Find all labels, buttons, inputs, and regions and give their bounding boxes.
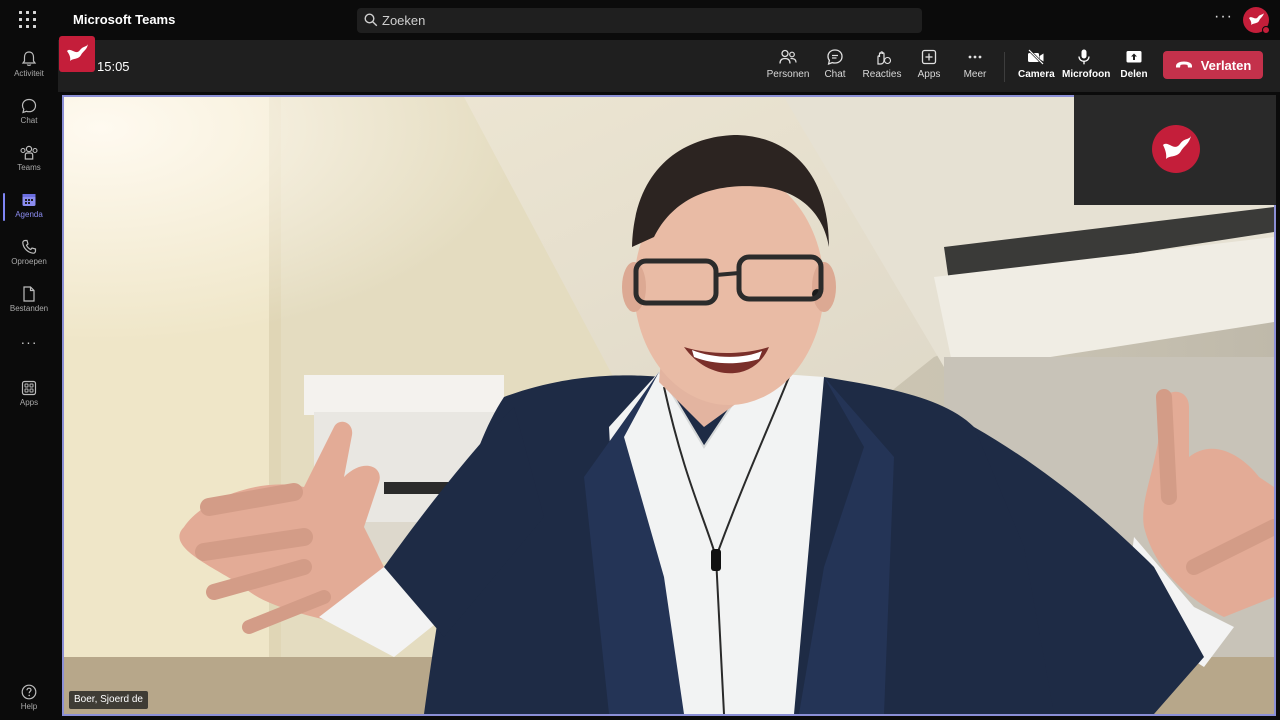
- file-icon: [23, 286, 35, 302]
- leave-label: Verlaten: [1200, 57, 1252, 73]
- teams-window: Microsoft Teams ··· Activiteit: [0, 0, 1280, 720]
- rail-item-calendar[interactable]: Agenda: [0, 185, 58, 229]
- presence-status-icon: [1262, 26, 1270, 34]
- self-avatar: [1152, 125, 1200, 173]
- rail-label: Oproepen: [11, 257, 47, 266]
- apps-button[interactable]: Apps: [913, 48, 945, 88]
- meeting-toolbar: 15:05 Personen Chat Reacties Apps Meer C…: [58, 36, 1280, 92]
- chat-icon: [827, 49, 843, 66]
- rail-label: Help: [20, 702, 38, 711]
- app-rail: Activiteit Chat Teams Agenda Oproepen Be…: [0, 40, 58, 720]
- self-view-tile[interactable]: [1074, 95, 1276, 205]
- share-button[interactable]: Delen: [1118, 48, 1150, 88]
- share-label: Delen: [1120, 69, 1148, 80]
- people-icon: [779, 49, 797, 64]
- phone-icon: [22, 239, 37, 254]
- rail-item-teams[interactable]: Teams: [0, 138, 58, 182]
- rail-label: Agenda: [15, 210, 43, 219]
- search-input[interactable]: [382, 8, 912, 33]
- reactions-button[interactable]: Reacties: [860, 48, 904, 88]
- more-button[interactable]: Meer: [960, 48, 990, 88]
- settings-more-icon[interactable]: ···: [1214, 8, 1233, 26]
- more-apps-icon[interactable]: ···: [0, 334, 58, 350]
- people-button[interactable]: Personen: [765, 48, 811, 88]
- bell-icon: [21, 51, 37, 66]
- search-icon: [364, 13, 378, 27]
- reactions-icon: [877, 51, 892, 65]
- share-icon: [1126, 51, 1142, 63]
- rail-item-files[interactable]: Bestanden: [0, 279, 58, 323]
- rail-item-activity[interactable]: Activiteit: [0, 44, 58, 88]
- microphone-button[interactable]: Microfoon: [1062, 48, 1111, 88]
- more-label: Meer: [963, 69, 987, 80]
- help-icon: [21, 684, 37, 700]
- meeting-logo: [59, 36, 95, 72]
- chat-label: Chat: [824, 69, 846, 80]
- microphone-label: Microfoon: [1062, 69, 1111, 80]
- reactions-label: Reacties: [862, 69, 902, 80]
- microphone-icon: [1078, 49, 1090, 65]
- rail-label: Teams: [17, 163, 41, 172]
- rail-label: Activiteit: [14, 69, 44, 78]
- calendar-icon: [22, 194, 36, 206]
- chat-button[interactable]: Chat: [817, 48, 853, 88]
- rail-label: Bestanden: [9, 304, 49, 313]
- toolbar-divider: [1004, 52, 1005, 82]
- app-title: Microsoft Teams: [73, 12, 176, 27]
- camera-button[interactable]: Camera: [1018, 48, 1055, 88]
- apps-label: Apps: [917, 69, 941, 80]
- title-bar: Microsoft Teams ···: [0, 0, 1280, 40]
- meeting-timer: 15:05: [97, 59, 130, 74]
- app-launcher-icon[interactable]: [19, 11, 37, 29]
- rail-item-help[interactable]: Help: [0, 677, 58, 720]
- rail-item-apps[interactable]: Apps: [0, 373, 58, 417]
- apps-icon: [21, 380, 37, 396]
- more-icon: [968, 55, 982, 59]
- participant-name-tag: Boer, Sjoerd de: [69, 691, 148, 709]
- hang-up-icon: [1175, 61, 1192, 68]
- people-label: Personen: [766, 69, 810, 80]
- rail-label: Chat: [20, 116, 38, 125]
- chat-icon: [21, 98, 37, 114]
- search-box[interactable]: [357, 8, 922, 33]
- rail-item-chat[interactable]: Chat: [0, 91, 58, 135]
- camera-label: Camera: [1018, 69, 1055, 80]
- teams-icon: [20, 145, 38, 160]
- rail-label: Apps: [19, 398, 39, 407]
- leave-button[interactable]: Verlaten: [1163, 51, 1263, 79]
- rail-item-calls[interactable]: Oproepen: [0, 232, 58, 276]
- camera-off-icon: [1028, 49, 1044, 65]
- add-app-icon: [921, 49, 937, 65]
